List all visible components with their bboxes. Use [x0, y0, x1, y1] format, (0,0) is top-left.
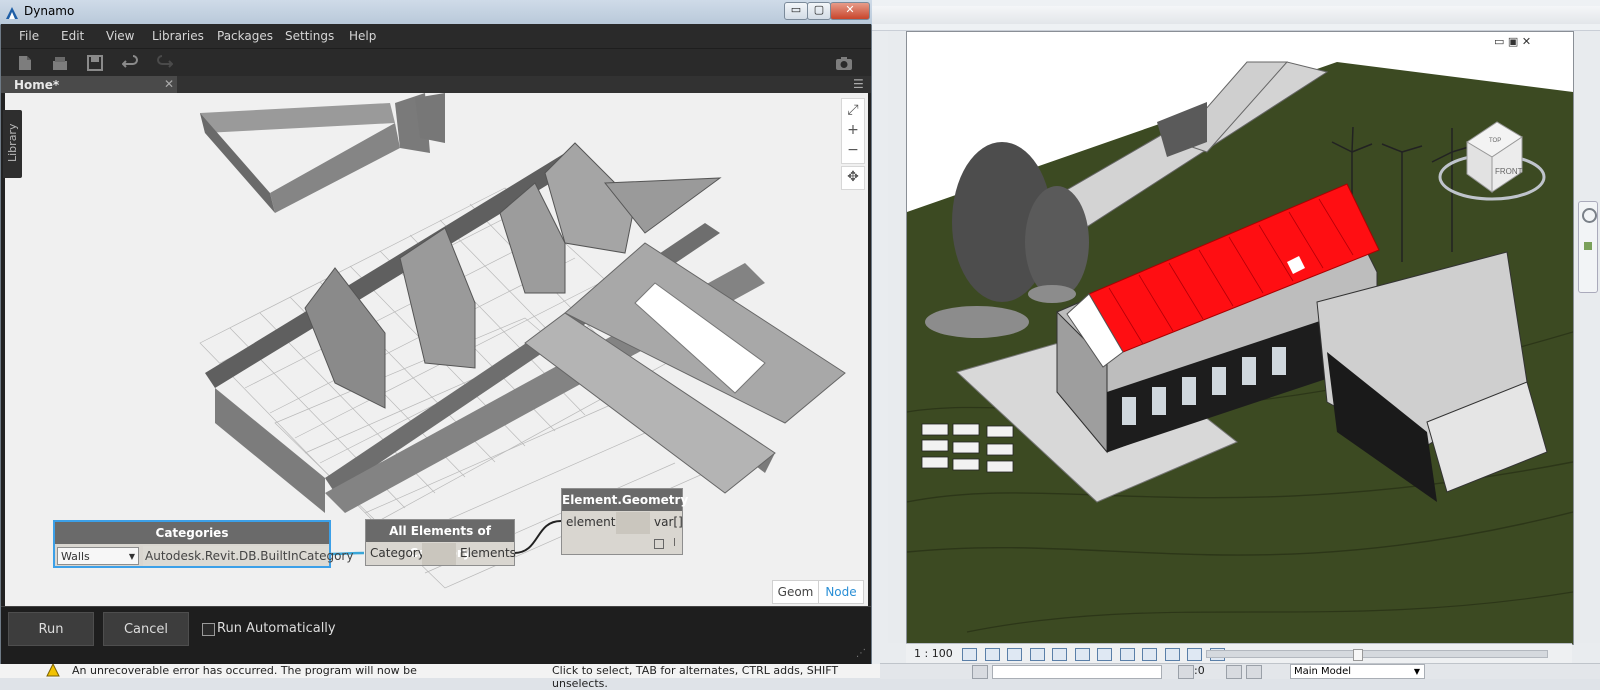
workset-dropdown[interactable]: [992, 665, 1162, 679]
error-message-text: An unrecoverable error has occurred. The…: [72, 664, 417, 677]
horizontal-scrollbar[interactable]: [1206, 649, 1548, 661]
revit-ribbon-strip: [872, 6, 1600, 24]
node-categories-title: Categories: [55, 522, 329, 544]
detail-level-icon[interactable]: [962, 647, 977, 661]
run-button[interactable]: Run: [8, 612, 94, 646]
navigation-wheel-panel[interactable]: [1578, 201, 1598, 293]
filter-icon[interactable]: [1178, 665, 1194, 679]
geom-view-button[interactable]: Geom: [773, 581, 818, 603]
worksets-icon[interactable]: [972, 665, 988, 679]
category-dropdown[interactable]: Walls ▼: [57, 547, 139, 565]
temporary-hide-icon[interactable]: [1142, 647, 1157, 661]
visual-style-icon[interactable]: [984, 647, 1000, 661]
node-geometry-title: Element.Geometry: [562, 489, 688, 511]
model-selector-dropdown[interactable]: Main Model ▼: [1290, 664, 1425, 679]
revit-navigation-bar[interactable]: [1574, 31, 1600, 643]
steering-wheel-icon[interactable]: [1582, 208, 1597, 223]
lacing-marker-icon: |: [673, 537, 676, 546]
run-automatically-label[interactable]: Run Automatically: [217, 621, 336, 636]
zoom-region-icon[interactable]: [1584, 242, 1592, 250]
warning-icon: [46, 662, 60, 677]
node-all-elements-of-category[interactable]: All Elements of Category Category Elemen…: [365, 519, 516, 566]
chevron-down-icon: ▼: [1413, 667, 1420, 676]
revit-3d-model-render: FRONT TOP: [907, 32, 1573, 644]
category-dropdown-value: Walls: [61, 550, 90, 563]
node-all-elements-input-category[interactable]: Category: [370, 546, 425, 560]
view-mode-toggle: Geom Node: [772, 580, 864, 604]
viewcube-front-label[interactable]: FRONT: [1495, 167, 1523, 176]
node-body-divider: [616, 512, 650, 534]
sun-path-icon[interactable]: [1007, 647, 1022, 661]
scrollbar-thumb[interactable]: [1353, 649, 1363, 661]
status-hint-text: Click to select, TAB for alternates, CTR…: [552, 664, 839, 690]
editable-only-icon[interactable]: [1226, 665, 1242, 679]
node-categories[interactable]: Categories Walls ▼ Autodesk.Revit.DB.Bui…: [53, 520, 353, 568]
node-element-geometry[interactable]: Element.Geometry element var[] |: [561, 488, 688, 555]
view-scale-label[interactable]: 1 : 100: [914, 647, 953, 660]
run-automatically-checkbox[interactable]: [202, 623, 215, 636]
reveal-hidden-icon[interactable]: [1164, 647, 1180, 661]
design-options-icon[interactable]: [1246, 665, 1262, 679]
render-dialog-icon[interactable]: [1052, 647, 1067, 661]
lacing-icon[interactable]: [654, 539, 664, 549]
view-restore-icon[interactable]: ▣: [1508, 35, 1518, 48]
error-message-strip: An unrecoverable error has occurred. The…: [0, 662, 880, 690]
unlock-3d-view-icon[interactable]: [1119, 647, 1135, 661]
node-view-button[interactable]: Node: [819, 581, 863, 603]
view-minimize-icon[interactable]: ▭: [1494, 35, 1504, 48]
node-categories-output-label: Autodesk.Revit.DB.BuiltInCategory: [145, 549, 354, 563]
revit-view-control-bar: 1 : 100: [906, 643, 1572, 664]
chevron-down-icon: ▼: [128, 552, 135, 561]
crop-view-icon[interactable]: [1074, 647, 1090, 661]
show-crop-region-icon[interactable]: [1097, 647, 1112, 661]
node-geometry-input-element[interactable]: element: [566, 515, 615, 529]
shadows-icon[interactable]: [1029, 647, 1045, 661]
resize-grip-icon[interactable]: ⋰: [856, 648, 866, 659]
node-all-elements-title: All Elements of Category: [366, 520, 514, 560]
revit-status-bar: :0: [880, 663, 1600, 679]
node-all-elements-output-elements[interactable]: Elements: [460, 546, 516, 560]
node-categories-output-port[interactable]: Autodesk.Revit.DB.BuiltInCategory: [143, 546, 353, 566]
revit-view-frame: [888, 31, 907, 643]
revit-3d-view[interactable]: FRONT TOP: [906, 31, 1574, 645]
node-geometry-output-var[interactable]: var[]: [654, 515, 683, 529]
analytical-model-icon[interactable]: [1187, 647, 1202, 661]
cancel-button[interactable]: Cancel: [103, 612, 189, 646]
selection-count: :0: [1194, 664, 1205, 677]
revit-view-controls[interactable]: ▭ ▣ ✕: [1494, 35, 1531, 48]
view-close-icon[interactable]: ✕: [1522, 35, 1531, 48]
model-selector-value: Main Model: [1294, 666, 1352, 677]
view-control-icons[interactable]: [962, 647, 1229, 661]
node-body-divider: [422, 543, 456, 565]
wire-all-elements-to-geometry: [513, 520, 562, 554]
viewcube-top-label[interactable]: TOP: [1489, 138, 1501, 144]
